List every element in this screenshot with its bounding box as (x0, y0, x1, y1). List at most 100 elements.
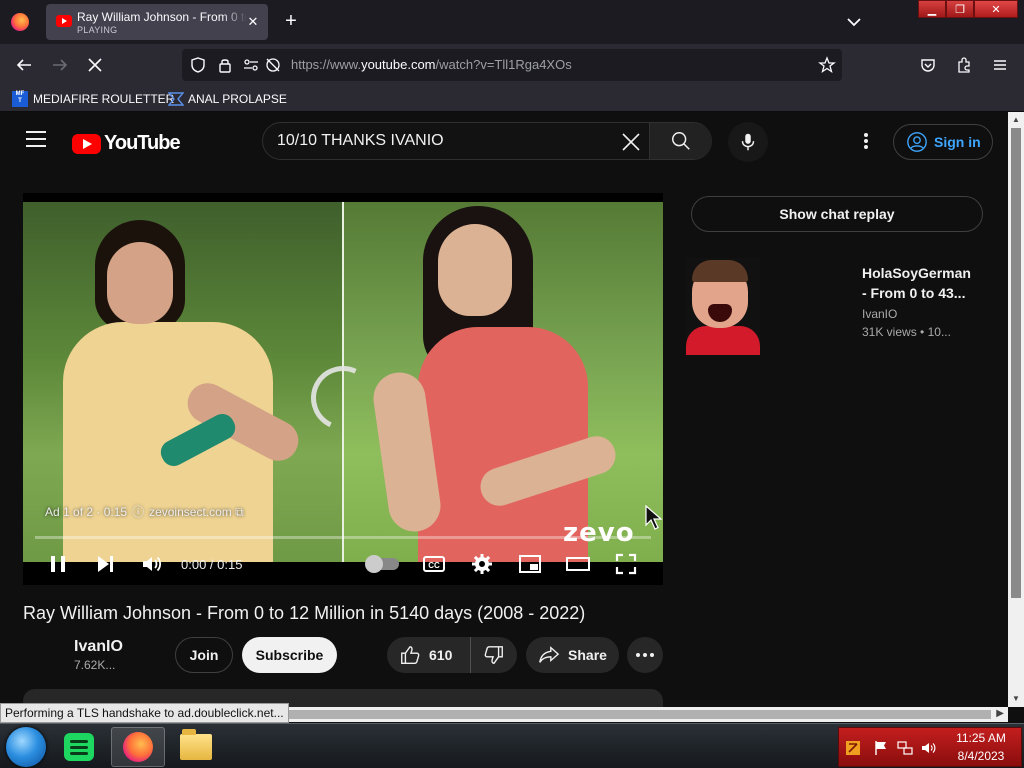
stop-loading-button[interactable] (83, 53, 107, 77)
address-bar[interactable]: https://www.youtube.com/watch?v=Tll1Rga4… (182, 49, 842, 81)
youtube-logo[interactable]: YouTube (72, 132, 181, 155)
volume-icon (143, 556, 162, 572)
list-all-tabs-button[interactable] (845, 13, 863, 31)
search-box (262, 122, 712, 160)
player-controls: 0:00 / 0:15 CC (23, 543, 663, 585)
new-tab-button[interactable]: + (280, 10, 302, 32)
taskbar-file-explorer[interactable] (169, 727, 223, 767)
clear-search-button[interactable] (619, 130, 643, 154)
theater-mode-button[interactable] (565, 551, 591, 577)
firefox-icon (11, 13, 29, 31)
lock-icon[interactable] (216, 56, 234, 74)
show-chat-replay-button[interactable]: Show chat replay (691, 196, 983, 232)
extensions-button[interactable] (952, 53, 976, 77)
ad-video-frame[interactable]: Ad 1 of 2 · 0:15 ⓘ zevoinsect.com ⧉ zevo (23, 202, 663, 562)
autoplay-toggle[interactable] (365, 555, 399, 573)
ad-advertiser-link[interactable]: zevoinsect.com (149, 505, 232, 519)
back-button[interactable] (12, 53, 36, 77)
settings-menu-button[interactable] (856, 131, 876, 151)
scroll-right-arrow-icon[interactable]: ▶ (996, 708, 1004, 719)
guide-menu-button[interactable] (26, 131, 46, 149)
action-center-flag-icon[interactable] (873, 740, 889, 756)
ad-progress-bar[interactable] (35, 536, 651, 539)
tracking-protection-shield-icon[interactable] (189, 56, 207, 74)
status-panel: Performing a TLS handshake to ad.doublec… (0, 703, 289, 723)
firefox-view-button[interactable] (6, 8, 34, 36)
like-dislike-group: 610 (387, 637, 517, 673)
app-menu-button[interactable] (988, 53, 1012, 77)
clock-date[interactable]: 8/4/2023 (939, 749, 1023, 763)
settings-button[interactable] (469, 551, 495, 577)
app-tray-icon[interactable] (845, 740, 861, 756)
clock-time[interactable]: 11:25 AM (939, 731, 1023, 745)
join-button[interactable]: Join (175, 637, 233, 673)
scroll-down-arrow-icon[interactable]: ▼ (1011, 694, 1021, 704)
browser-tab-active[interactable]: Ray William Johnson - From 0 to 12 Milli… (46, 4, 268, 40)
recommended-video-title[interactable]: HolaSoyGerman - From 0 to 43... (862, 263, 972, 303)
puzzle-icon (958, 57, 970, 73)
pocket-button[interactable] (916, 53, 940, 77)
taskbar-spotify[interactable] (52, 727, 106, 767)
windows-taskbar: 11:25 AM 8/4/2023 (0, 723, 1024, 768)
vertical-scrollbar[interactable]: ▲ ▼ (1008, 112, 1024, 707)
channel-avatar[interactable] (23, 634, 63, 674)
time-display: 0:00 / 0:15 (181, 557, 243, 572)
fullscreen-button[interactable] (613, 551, 639, 577)
browser-tabbar: Ray William Johnson - From 0 to 12 Milli… (0, 0, 1024, 44)
bookmark-ribbon-icon (168, 92, 184, 106)
share-button[interactable]: Share (526, 637, 619, 673)
mute-button[interactable] (139, 551, 165, 577)
sign-in-label: Sign in (934, 134, 981, 150)
url-text[interactable]: https://www.youtube.com/watch?v=Tll1Rga4… (291, 57, 572, 72)
vertical-scroll-thumb[interactable] (1011, 128, 1021, 598)
youtube-favicon-icon (56, 15, 72, 27)
restore-window-button[interactable]: ❐ (946, 0, 974, 18)
closed-captions-icon: CC (423, 556, 445, 572)
chevron-down-icon (847, 18, 861, 27)
subtitles-button[interactable]: CC (421, 551, 447, 577)
minimize-window-button[interactable]: ▁ (918, 0, 946, 18)
file-explorer-icon (180, 729, 212, 760)
like-button[interactable]: 610 (387, 637, 471, 673)
more-actions-button[interactable] (627, 637, 663, 673)
search-button[interactable] (649, 123, 712, 159)
recommended-video-channel[interactable]: IvanIO (862, 307, 897, 321)
bookmark-mediafire-rouletter[interactable]: MF T MEDIAFIRE ROULETTER (12, 90, 174, 108)
close-window-button[interactable]: ✕ (974, 0, 1018, 18)
bookmarks-toolbar: MF T MEDIAFIRE ROULETTER ANAL PROLAPSE (0, 86, 1024, 112)
sign-in-button[interactable]: Sign in (893, 124, 993, 160)
scroll-up-arrow-icon[interactable]: ▲ (1011, 115, 1021, 125)
tab-title: Ray William Johnson - From 0 to 12 Milli… (77, 10, 247, 24)
ad-counter: Ad 1 of 2 · 0:15 (45, 505, 128, 519)
next-button[interactable] (92, 551, 118, 577)
close-tab-icon[interactable]: ✕ (244, 13, 262, 31)
pause-icon (51, 556, 65, 572)
permissions-icon[interactable] (242, 56, 260, 74)
subscribe-button[interactable]: Subscribe (242, 637, 337, 673)
volume-tray-icon[interactable] (921, 740, 937, 756)
search-input[interactable] (277, 132, 607, 150)
forward-button[interactable] (48, 53, 72, 77)
fullscreen-icon (615, 553, 637, 575)
thumbs-up-icon (401, 646, 420, 664)
upload-age: 10... (927, 325, 951, 339)
bookmark-star-icon[interactable] (818, 56, 836, 74)
dislike-button[interactable] (471, 644, 517, 666)
ad-badge: Ad 1 of 2 · 0:15 ⓘ zevoinsect.com ⧉ (45, 505, 244, 519)
pause-button[interactable] (45, 551, 71, 577)
channel-name[interactable]: IvanIO (74, 638, 123, 656)
video-title: Ray William Johnson - From 0 to 12 Milli… (23, 603, 586, 623)
miniplayer-button[interactable] (517, 551, 543, 577)
autoplay-blocked-icon[interactable] (264, 56, 282, 74)
voice-search-button[interactable] (728, 122, 768, 162)
bookmark-anal-prolapse[interactable]: ANAL PROLAPSE (168, 90, 287, 108)
screen: Ray William Johnson - From 0 to 12 Milli… (0, 0, 1024, 768)
network-icon[interactable] (897, 740, 913, 756)
tab-playing-status: PLAYING (77, 25, 118, 35)
recommended-video-thumbnail[interactable] (686, 258, 760, 355)
bookmark-label: MEDIAFIRE ROULETTER (33, 92, 175, 106)
youtube-logo-text: YouTube (104, 132, 181, 154)
video-player[interactable]: Ad 1 of 2 · 0:15 ⓘ zevoinsect.com ⧉ zevo 0… (23, 193, 663, 585)
start-orb-icon[interactable] (6, 727, 46, 767)
taskbar-firefox[interactable] (111, 727, 165, 767)
